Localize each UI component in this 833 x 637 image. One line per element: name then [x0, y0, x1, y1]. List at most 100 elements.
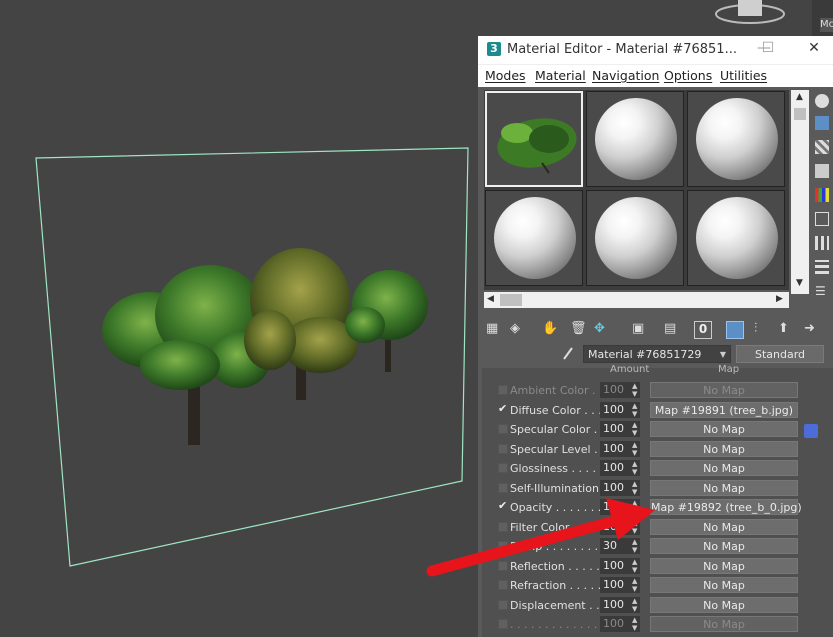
menu-options[interactable]: Options [664, 68, 712, 83]
map-enable-checkbox[interactable] [498, 482, 508, 493]
spinner-arrows-icon[interactable]: ▲ ▼ [632, 441, 637, 457]
maximize-button[interactable]: ☐ [758, 40, 778, 56]
make-preview-icon[interactable] [815, 212, 829, 226]
map-slot-button[interactable]: Map #19892 (tree_b_0.jpg) [650, 499, 802, 515]
map-enable-checkbox[interactable] [498, 580, 508, 590]
spinner-arrows-icon[interactable]: ▲ ▼ [632, 402, 637, 418]
backlight-icon[interactable] [815, 116, 829, 130]
eyedropper-icon[interactable] [562, 346, 574, 360]
material-name-row: Material #76851729 ▼ Standard [478, 343, 833, 365]
map-channel-label: Refraction . . . . . [510, 579, 602, 592]
assign-to-selection-icon[interactable]: ✋ [542, 321, 560, 339]
map-slot-button[interactable]: No Map [650, 538, 798, 554]
menu-modes[interactable]: Modes [485, 68, 526, 83]
sample-slot-1[interactable] [485, 91, 583, 187]
menu-utilities[interactable]: Utilities [720, 68, 767, 83]
viewcube-icon[interactable] [712, 0, 812, 36]
map-channel-label: Reflection . . . . . [510, 559, 600, 573]
close-button[interactable]: ✕ [804, 40, 824, 56]
map-enable-checkbox[interactable] [498, 443, 508, 454]
spinner-arrows-icon[interactable]: ▲ ▼ [632, 597, 637, 613]
sample-slot-5[interactable] [586, 190, 684, 286]
select-by-material-icon[interactable] [815, 260, 829, 274]
spinner-arrows-icon[interactable]: ▲ ▼ [632, 558, 637, 574]
spinner-arrows-icon[interactable]: ▲ ▼ [632, 421, 637, 437]
scroll-right-icon[interactable]: ▶ [776, 294, 783, 304]
map-slot-button[interactable]: Map #19891 (tree_b.jpg) [650, 401, 798, 418]
uv-tiling-icon[interactable] [815, 164, 829, 178]
slots-horizontal-scrollbar[interactable]: ◀ ▶ [484, 292, 789, 308]
map-enable-checkbox[interactable] [498, 619, 508, 629]
amount-column-header: Amount [610, 364, 650, 375]
map-channel-label: Specular Color . . [510, 423, 605, 436]
title-bar[interactable]: 3 Material Editor - Material #76851... —… [478, 36, 833, 64]
spinner-arrows-icon[interactable]: ▲ ▼ [632, 577, 637, 593]
reset-material-icon[interactable]: 🗑 [570, 321, 588, 339]
sample-type-icon[interactable] [815, 94, 829, 108]
put-to-library-icon[interactable]: ▣ [632, 321, 650, 339]
sample-slot-3[interactable] [687, 91, 785, 187]
spinner-arrows-icon[interactable]: ▲ ▼ [632, 616, 637, 632]
viewport-corner: Mc [812, 0, 833, 36]
scroll-left-icon[interactable]: ◀ [487, 294, 494, 304]
chevron-down-icon: ▼ [719, 350, 726, 359]
map-enable-checkbox[interactable] [498, 599, 508, 610]
material-name-dropdown[interactable]: Material #76851729 ▼ [583, 345, 731, 363]
sphere-preview [494, 197, 576, 279]
window-title: Material Editor - Material #76851... [507, 42, 737, 57]
map-enable-checkbox[interactable]: ✔ [498, 499, 508, 512]
map-enable-checkbox[interactable] [498, 521, 508, 532]
map-slot-button[interactable]: No Map [650, 440, 798, 457]
map-slot-button[interactable]: No Map [650, 382, 798, 398]
video-color-check-icon[interactable] [815, 188, 829, 202]
get-material-icon[interactable]: ▦ [486, 321, 504, 339]
show-end-result-icon[interactable]: ⫶ [754, 321, 772, 339]
go-to-parent-icon[interactable]: ⬆ [778, 321, 796, 339]
material-map-navigator-icon[interactable]: ☰ [815, 284, 829, 298]
map-enable-checkbox[interactable] [498, 385, 508, 395]
spinner-arrows-icon[interactable]: ▲ ▼ [632, 460, 637, 476]
put-to-scene-icon[interactable]: ◈ [510, 321, 528, 339]
spinner-arrows-icon[interactable]: ▲ ▼ [632, 499, 637, 515]
spinner-arrows-icon[interactable]: ▲ ▼ [632, 382, 637, 398]
make-unique-icon[interactable]: ✥ [594, 321, 612, 339]
show-shaded-material-icon[interactable] [726, 321, 744, 339]
options-icon[interactable] [815, 236, 829, 250]
material-id-icon[interactable]: ▤ [664, 321, 682, 339]
map-slot-button[interactable]: No Map [650, 616, 798, 632]
map-slot-button[interactable]: No Map [650, 596, 798, 613]
sample-slot-6[interactable] [687, 190, 785, 286]
material-editor-window: 3 Material Editor - Material #76851... —… [478, 36, 833, 637]
map-slot-button[interactable]: No Map [650, 421, 798, 437]
map-slot-button[interactable]: No Map [650, 479, 798, 496]
scroll-down-icon[interactable]: ▼ [796, 278, 803, 288]
menu-navigation[interactable]: Navigation [592, 68, 659, 83]
sample-slot-4[interactable] [485, 190, 583, 286]
viewport-corner-tag[interactable]: Mc [820, 18, 833, 32]
map-slot-button[interactable]: No Map [650, 460, 798, 476]
map-row: Reflection . . . . . 100 ▲ ▼ No Map [482, 557, 812, 576]
map-enable-checkbox[interactable] [498, 463, 508, 473]
material-name-value: Material #76851729 [588, 348, 702, 361]
scroll-up-icon[interactable]: ▲ [796, 92, 803, 102]
spinner-arrows-icon[interactable]: ▲ ▼ [632, 480, 637, 496]
slots-vertical-scrollbar[interactable]: ▲ ▼ [791, 90, 809, 294]
sample-slot-2[interactable] [586, 91, 684, 187]
spinner-arrows-icon[interactable]: ▲ ▼ [632, 538, 637, 554]
map-slot-button[interactable]: No Map [650, 518, 798, 535]
map-enable-checkbox[interactable] [498, 541, 508, 551]
spinner-arrows-icon[interactable]: ▲ ▼ [632, 519, 637, 535]
map-enable-checkbox[interactable] [498, 560, 508, 571]
menu-material[interactable]: Material [535, 68, 586, 83]
map-row: Glossiness . . . . . 100 ▲ ▼ No Map [482, 459, 812, 478]
go-forward-to-sibling-icon[interactable]: ➜ [804, 321, 822, 339]
scroll-thumb[interactable] [794, 108, 806, 120]
map-slot-button[interactable]: No Map [650, 577, 798, 593]
map-enable-checkbox[interactable]: ✔ [498, 402, 508, 415]
scroll-thumb[interactable] [500, 294, 522, 306]
map-enable-checkbox[interactable] [498, 424, 508, 434]
background-icon[interactable] [815, 140, 829, 154]
map-slot-button[interactable]: No Map [650, 557, 798, 574]
material-type-button[interactable]: Standard [736, 345, 824, 363]
show-map-in-viewport-icon[interactable]: 0 [694, 321, 712, 339]
